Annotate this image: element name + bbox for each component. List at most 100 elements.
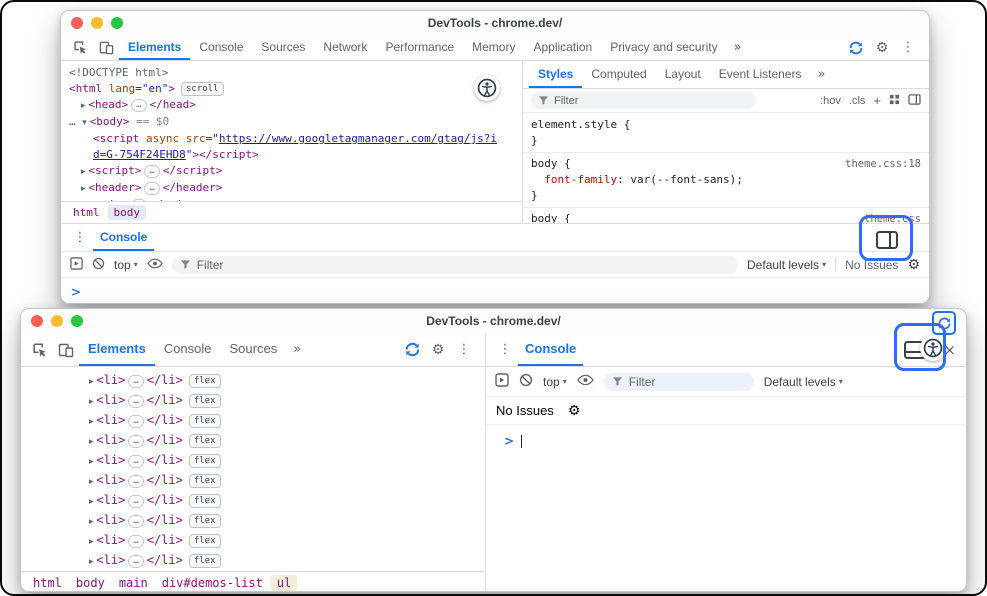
code-token-arrow[interactable]: ▾ <box>82 118 89 128</box>
breadcrumb-item-body[interactable]: body <box>108 205 147 220</box>
code-line[interactable]: ▸ <script>…</script> <box>61 163 522 180</box>
code-token-link[interactable]: d=G-754F24EHD8 <box>93 148 186 161</box>
tab-application[interactable]: Application <box>524 35 601 60</box>
tab-elements[interactable]: Elements <box>79 333 155 366</box>
breadcrumb-item-body[interactable]: body <box>70 575 111 591</box>
accessibility-widget-icon[interactable] <box>920 335 946 361</box>
code-token-ell[interactable]: … <box>128 415 143 428</box>
code-token-ell[interactable]: … <box>128 395 143 408</box>
clear-console-icon[interactable] <box>519 373 533 390</box>
code-line[interactable]: <html lang="en">scroll <box>61 81 522 97</box>
code-token-ell[interactable]: … <box>144 182 159 195</box>
console-sidebar-icon[interactable] <box>70 257 83 273</box>
console-sidebar-icon[interactable] <box>495 373 509 390</box>
sidebar-toggle-icon[interactable] <box>908 94 921 108</box>
code-line[interactable]: ▸ <li>…</li>flex <box>21 411 485 431</box>
drawer-menu-icon[interactable]: ⋮ <box>67 224 93 251</box>
code-line[interactable]: ▸ <li>…</li>flex <box>21 511 485 531</box>
code-line[interactable]: <!DOCTYPE html> <box>61 65 522 81</box>
menu-icon[interactable]: ⋮ <box>451 333 477 366</box>
inspect-element-icon[interactable] <box>67 35 93 60</box>
context-selector[interactable]: top ▾ <box>543 375 567 389</box>
inspect-element-icon[interactable] <box>27 333 53 366</box>
more-tabs-button[interactable]: » <box>286 333 308 366</box>
context-selector[interactable]: top ▾ <box>114 258 138 272</box>
settings-icon[interactable]: ⚙ <box>869 35 895 60</box>
zoom-window-button[interactable] <box>71 315 83 327</box>
tab-memory[interactable]: Memory <box>463 35 524 60</box>
code-token-badge[interactable]: flex <box>189 534 221 548</box>
more-styles-tabs-button[interactable]: » <box>810 61 832 88</box>
issues-count[interactable]: No Issues <box>496 403 554 418</box>
dock-side-button[interactable] <box>875 228 899 252</box>
code-token-ell[interactable]: … <box>128 515 143 528</box>
code-line[interactable]: body {theme.css:18 <box>523 156 929 172</box>
code-token-src[interactable]: theme.css:18 <box>845 156 921 172</box>
tab-styles[interactable]: Styles <box>529 61 582 88</box>
code-token-badge[interactable]: flex <box>189 554 221 568</box>
code-token-badge[interactable]: flex <box>189 494 221 508</box>
code-line[interactable]: ▸ <li>…</li>flex <box>21 471 485 491</box>
tab-console[interactable]: Console <box>155 333 221 366</box>
sync-icon[interactable] <box>843 35 869 60</box>
tab-event-listeners[interactable]: Event Listeners <box>710 61 811 88</box>
code-token-ell[interactable]: … <box>128 475 143 488</box>
code-token-badge[interactable]: flex <box>189 474 221 488</box>
close-window-button[interactable] <box>31 315 43 327</box>
code-line[interactable]: ▸ <li>…</li>flex <box>21 371 485 391</box>
device-toolbar-icon[interactable] <box>53 333 79 366</box>
code-line[interactable]: ▸ <li>…</li>flex <box>21 491 485 511</box>
accessibility-widget-icon[interactable] <box>474 75 500 101</box>
code-token-src[interactable]: theme.css <box>864 211 921 223</box>
tab-console[interactable]: Console <box>190 35 252 60</box>
toggle-element-state-button[interactable]: :hov <box>820 95 841 107</box>
code-line[interactable]: d=G-754F24EHD8"></script> <box>61 147 522 163</box>
console-filter-input[interactable]: Filter <box>604 373 754 391</box>
code-token-ell[interactable]: … <box>128 455 143 468</box>
console-settings-icon[interactable]: ⚙ <box>568 403 581 419</box>
tab-network[interactable]: Network <box>314 35 376 60</box>
code-line[interactable]: } <box>523 133 929 153</box>
issues-count[interactable]: No Issues <box>845 258 898 272</box>
minimize-window-button[interactable] <box>51 315 63 327</box>
console-prompt[interactable]: > <box>61 278 929 304</box>
grid-icon[interactable] <box>889 94 900 108</box>
more-tabs-button[interactable]: » <box>727 35 749 60</box>
log-levels-dropdown[interactable]: Default levels ▾ <box>747 258 826 272</box>
tab-performance[interactable]: Performance <box>376 35 463 60</box>
code-token-badge[interactable]: scroll <box>181 82 224 96</box>
settings-icon[interactable]: ⚙ <box>425 333 451 366</box>
live-expression-icon[interactable] <box>147 258 163 272</box>
code-line[interactable]: ▸ <main>…</main> <box>61 197 522 201</box>
tab-sources[interactable]: Sources <box>221 333 287 366</box>
code-token-badge[interactable]: flex <box>189 434 221 448</box>
live-expression-icon[interactable] <box>577 374 594 389</box>
code-token-ell[interactable]: … <box>128 435 143 448</box>
code-token-ell[interactable]: … <box>144 165 159 178</box>
drawer-menu-icon[interactable]: ⋮ <box>492 333 518 366</box>
console-filter-input[interactable]: Filter <box>172 256 738 274</box>
tab-layout[interactable]: Layout <box>656 61 710 88</box>
zoom-window-button[interactable] <box>111 17 123 29</box>
tab-console-drawer[interactable]: Console <box>518 333 583 366</box>
code-line[interactable]: body {theme.css <box>523 211 929 223</box>
code-token-badge[interactable]: flex <box>189 514 221 528</box>
code-line[interactable]: ▸ <li>…</li>flex <box>21 551 485 571</box>
code-line[interactable]: … ▾ <body> == $0 <box>61 114 522 131</box>
code-token-link[interactable]: https://www.googletagmanager.com/gtag/js… <box>219 132 497 145</box>
code-line[interactable]: font-family: var(--font-sans); <box>523 172 929 188</box>
code-token-ell[interactable]: … <box>128 495 143 508</box>
close-window-button[interactable] <box>71 17 83 29</box>
breadcrumb-item-html[interactable]: html <box>27 575 68 591</box>
code-line[interactable]: } <box>523 188 929 208</box>
code-line[interactable]: ▸ <li>…</li>flex <box>21 531 485 551</box>
menu-icon[interactable]: ⋮ <box>895 35 921 60</box>
styles-filter-input[interactable]: Filter <box>531 92 756 109</box>
tab-sources[interactable]: Sources <box>252 35 314 60</box>
new-style-rule-button[interactable]: + <box>873 93 881 108</box>
console-prompt[interactable]: > <box>486 425 966 457</box>
tab-console-drawer[interactable]: Console <box>93 224 154 251</box>
code-line[interactable]: ▸ <li>…</li>flex <box>21 391 485 411</box>
code-line[interactable]: ▸ <header>…</header> <box>61 180 522 197</box>
log-levels-dropdown[interactable]: Default levels ▾ <box>764 375 843 389</box>
